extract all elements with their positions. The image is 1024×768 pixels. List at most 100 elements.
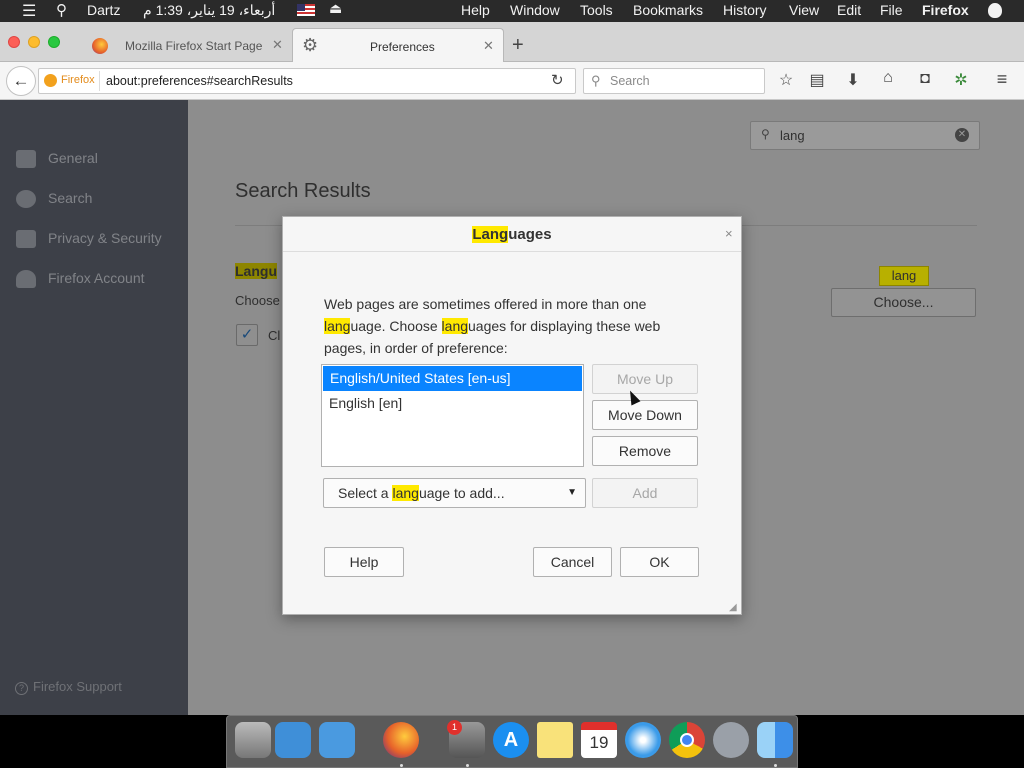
preferences-sidebar: General Search Privacy & Security Firefo… [0,100,188,715]
move-down-button[interactable]: Move Down [592,400,698,430]
us-flag-icon[interactable] [297,4,315,16]
calendar-icon[interactable]: 19 [581,722,617,758]
tab-preferences[interactable]: ⚙ Preferences ✕ [292,28,504,62]
trash-icon[interactable] [235,722,271,758]
chrome-icon[interactable] [669,722,705,758]
match-highlight: lang [441,318,469,334]
languages-dialog: Languages × Web pages are sometimes offe… [282,216,742,615]
ok-button[interactable]: OK [620,547,699,577]
finder-icon[interactable] [757,722,793,758]
safari-icon[interactable] [625,722,661,758]
launchpad-icon[interactable] [713,722,749,758]
menu-help[interactable]: Help [461,2,490,18]
cancel-button[interactable]: Cancel [533,547,612,577]
description-line: language. Choose languages for displayin… [324,315,704,337]
menu-app-firefox[interactable]: Firefox [922,2,969,18]
url-bar[interactable]: Firefox about:preferences#searchResults … [38,68,576,94]
choose-languages-button[interactable]: Choose... [831,288,976,317]
tab-title: Mozilla Firefox Start Page [125,39,263,53]
running-indicator [400,764,403,767]
sidebar-item-label: Search [48,190,93,206]
firefox-support-link[interactable]: ? Firefox Support [15,679,122,695]
minimize-window-button[interactable] [28,36,40,48]
applications-folder-icon[interactable] [319,722,355,758]
sidebar-item-privacy[interactable]: Privacy & Security [16,230,162,249]
tab-close-icon[interactable]: ✕ [483,38,494,54]
help-button[interactable]: Help [324,547,404,577]
dialog-description: Web pages are sometimes offered in more … [324,293,704,359]
select-text: uage to add... [418,485,505,501]
downloads-icon[interactable]: ⬇ [842,70,864,90]
title-rest: uages [508,226,552,243]
new-tab-plus-icon[interactable]: + [512,34,524,57]
sidebar-item-search[interactable]: Search [16,190,93,209]
menu-edit[interactable]: Edit [837,2,861,18]
search-bar[interactable]: ⚲ Search [583,68,765,94]
running-indicator [774,764,777,767]
back-arrow-icon[interactable]: ← [6,66,36,96]
menu-window[interactable]: Window [510,2,560,18]
dock: 1 A 19 [226,715,798,768]
language-select-dropdown[interactable]: Select a language to add... ▼ [323,478,586,508]
spotlight-search-icon[interactable]: ⚲ [56,1,67,19]
downloads-folder-icon[interactable] [275,722,311,758]
description-line: Web pages are sometimes offered in more … [324,296,647,312]
tab-close-icon[interactable]: ✕ [272,37,283,53]
dialog-close-icon[interactable]: × [725,226,733,241]
notification-center-icon[interactable]: ☰ [22,1,36,21]
firefox-dock-icon[interactable] [383,722,419,758]
app-store-icon[interactable]: A [493,722,529,758]
sidebar-item-firefox-account[interactable]: Firefox Account [16,270,145,289]
tab-firefox-start-page[interactable]: Mozilla Firefox Start Page ✕ [84,28,290,62]
checkbox[interactable]: ✓ [236,324,258,346]
bookmarks-library-icon[interactable]: ▤ [806,70,828,90]
general-icon [16,150,36,169]
match-highlight: lang [324,318,351,334]
close-window-button[interactable] [8,36,20,48]
sidebar-item-general[interactable]: General [16,150,98,169]
resize-grip-icon[interactable]: ◢ [729,602,737,613]
navigation-bar: ← Firefox about:preferences#searchResult… [0,62,1024,100]
lock-icon [16,230,36,249]
pocket-icon[interactable]: ◘ [914,70,936,88]
menu-history[interactable]: History [723,2,767,18]
add-language-button[interactable]: Add [592,478,698,508]
menubar-clock[interactable]: أربعاء، 19 يناير، 1:39 م [143,2,275,19]
menu-bar: ☰ ⚲ Dartz أربعاء، 19 يناير، 1:39 م ⏏ Hel… [0,0,1024,22]
notes-icon[interactable] [537,722,573,758]
menu-file[interactable]: File [880,2,903,18]
list-item[interactable]: English [en] [322,391,583,416]
menu-tools[interactable]: Tools [580,2,613,18]
extension-icon[interactable]: ✲ [950,70,972,90]
hamburger-menu-icon[interactable]: ≡ [991,69,1013,90]
bookmark-star-icon[interactable]: ☆ [775,70,797,90]
language-list[interactable]: English/United States [en-us] English [e… [321,364,584,467]
apple-menu-icon[interactable] [988,3,1002,18]
help-icon: ? [15,682,28,695]
move-up-button[interactable]: Move Up [592,364,698,394]
maximize-window-button[interactable] [48,36,60,48]
search-placeholder: Search [610,74,650,88]
menu-view[interactable]: View [789,2,819,18]
reload-icon[interactable]: ↻ [551,71,564,89]
list-item-selected[interactable]: English/United States [en-us] [323,366,582,391]
search-icon: ⚲ [591,73,601,88]
remove-button[interactable]: Remove [592,436,698,466]
page-title: Search Results [235,180,371,202]
menu-bookmarks[interactable]: Bookmarks [633,2,703,18]
sidebar-item-label: Privacy & Security [48,230,162,246]
tab-title: Preferences [370,40,435,54]
search-icon: ⚲ [761,127,770,141]
account-icon [16,270,36,289]
clear-search-icon[interactable]: ✕ [955,128,969,142]
sidebar-item-label: Firefox Account [48,270,145,286]
firefox-identity-icon[interactable] [44,74,57,87]
eject-icon[interactable]: ⏏ [329,0,342,17]
search-value[interactable]: lang [780,128,805,143]
description-text: uage. Choose [350,318,442,334]
preferences-search-input[interactable]: ⚲ lang ✕ [750,121,980,150]
user-name[interactable]: Dartz [87,2,120,18]
home-icon[interactable]: ⌂ [877,69,899,87]
tab-bar: Mozilla Firefox Start Page ✕ ⚙ Preferenc… [0,22,1024,62]
url-text[interactable]: about:preferences#searchResults [106,74,293,88]
